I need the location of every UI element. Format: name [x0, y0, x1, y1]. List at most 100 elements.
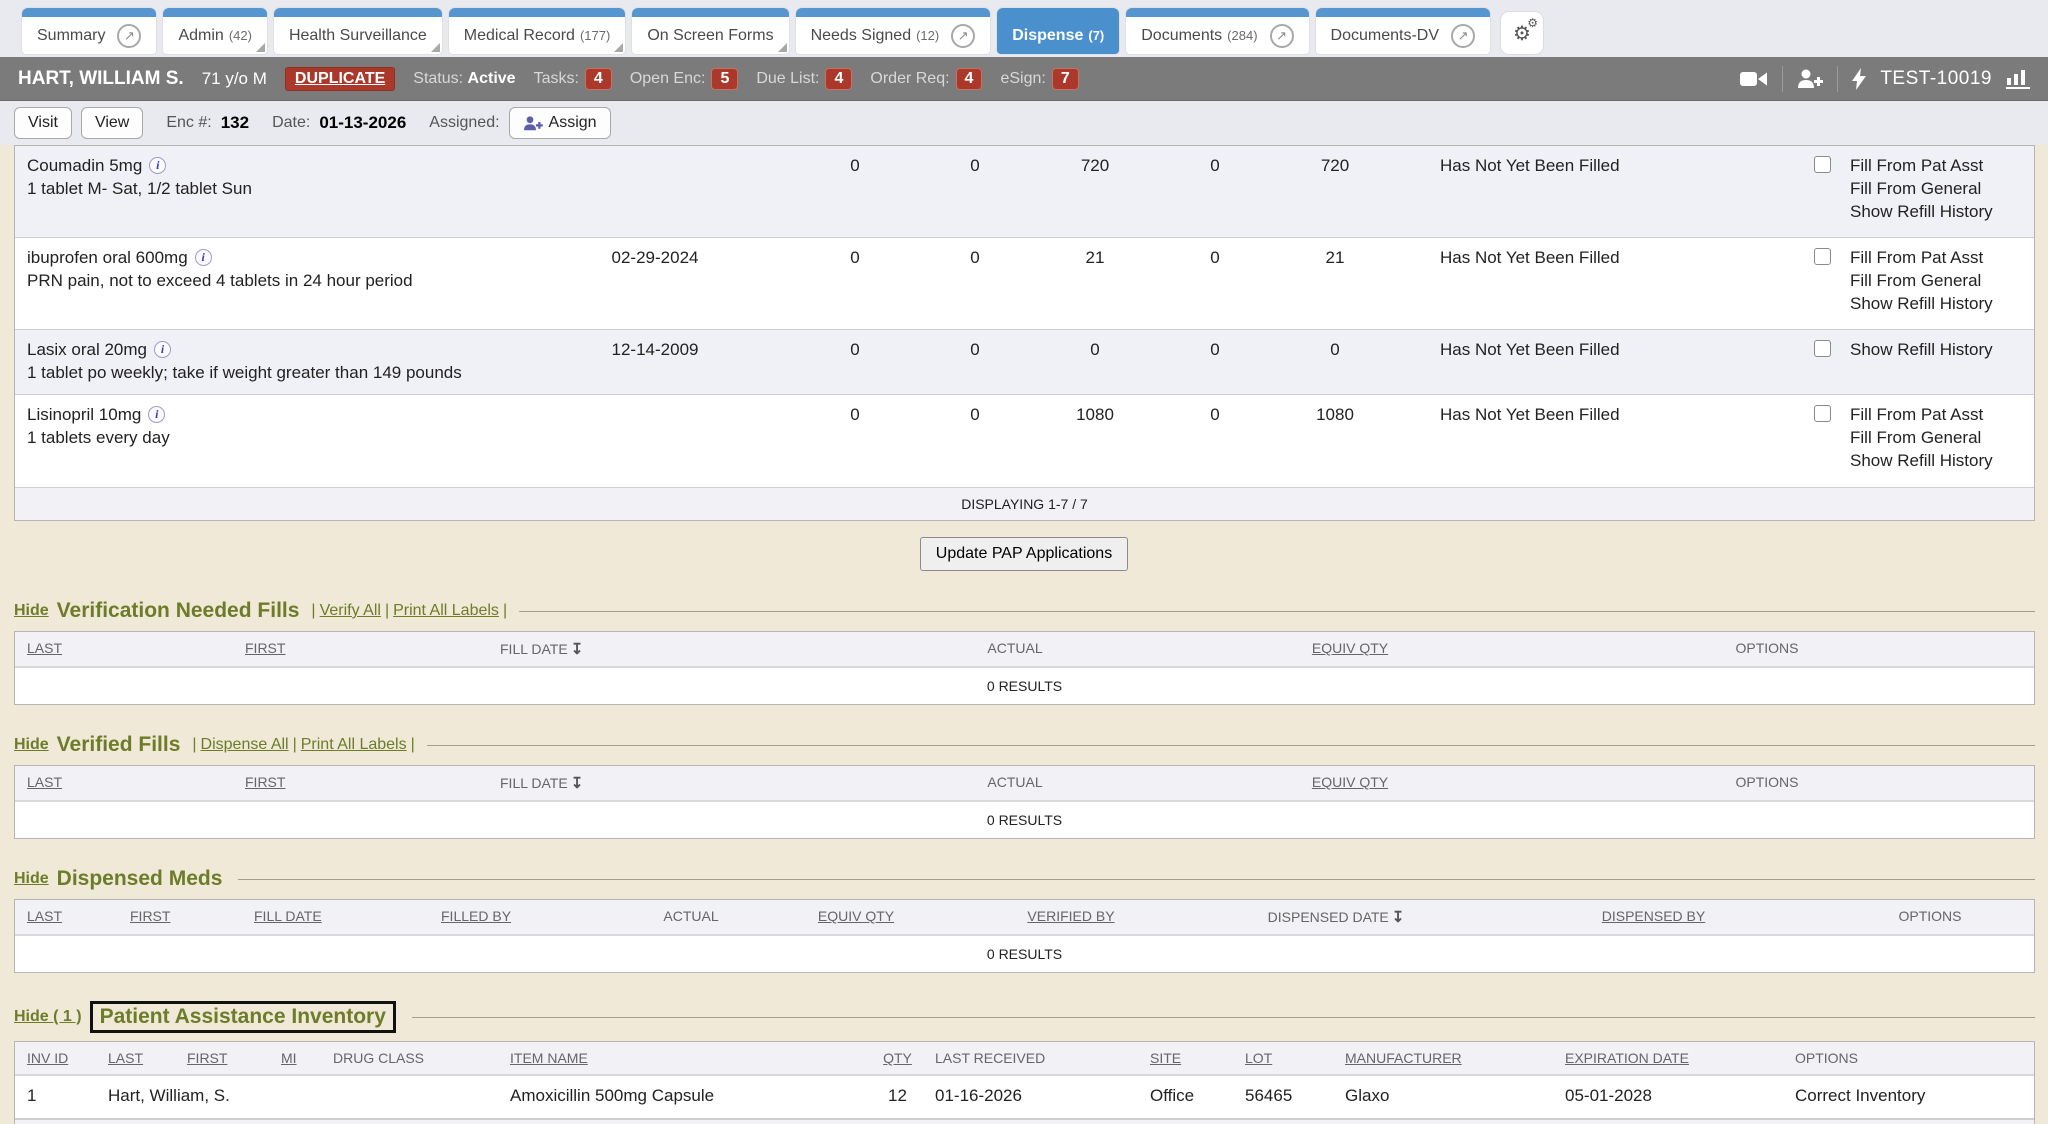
col-fill-date[interactable]: FILL DATE↧: [500, 766, 830, 800]
col-first[interactable]: FIRST: [130, 900, 254, 934]
duplicate-badge[interactable]: DUPLICATE: [285, 67, 395, 91]
order-req-counter[interactable]: Order Req: 4: [870, 68, 982, 90]
option-link[interactable]: Fill From Pat Asst: [1850, 246, 2034, 269]
col-first[interactable]: FIRST: [245, 766, 500, 800]
med-checkbox[interactable]: [1814, 248, 1831, 265]
option-link[interactable]: Fill From General: [1850, 269, 2034, 292]
hide-pai-link[interactable]: Hide ( 1 ): [14, 1008, 82, 1026]
col-dispensed-date[interactable]: DISPENSED DATE↧: [1191, 900, 1481, 934]
col-equiv-qty[interactable]: EQUIV QTY: [1200, 766, 1500, 800]
add-user-icon[interactable]: [1797, 69, 1823, 89]
verify-all-link[interactable]: Verify All: [320, 602, 381, 620]
med-checkbox[interactable]: [1814, 340, 1831, 357]
col-first[interactable]: FIRST: [187, 1042, 281, 1074]
external-link-icon[interactable]: ↗: [1270, 24, 1294, 48]
option-link[interactable]: Fill From Pat Asst: [1850, 403, 2034, 426]
col-filled-by[interactable]: FILLED BY: [441, 900, 621, 934]
col-site[interactable]: SITE: [1150, 1042, 1245, 1074]
dispense-all-link[interactable]: Dispense All: [201, 736, 289, 754]
external-link-icon[interactable]: ↗: [951, 24, 975, 48]
due-list-count-badge[interactable]: 4: [825, 68, 852, 90]
open-enc-count-badge[interactable]: 5: [711, 68, 738, 90]
col-item-name[interactable]: ITEM NAME: [510, 1042, 860, 1074]
settings-button[interactable]: ⚙ ⚙: [1501, 12, 1543, 54]
tab-medical-record[interactable]: Medical Record (177): [449, 8, 626, 54]
col-first[interactable]: FIRST: [245, 632, 500, 666]
qty-cell: 0: [915, 338, 1035, 384]
option-link[interactable]: Show Refill History: [1850, 449, 2034, 472]
col-options: OPTIONS: [1826, 900, 2034, 934]
tasks-count-badge[interactable]: 4: [585, 68, 612, 90]
col-actual: ACTUAL: [830, 766, 1200, 800]
esign-count-badge[interactable]: 7: [1052, 68, 1079, 90]
col-fill-date[interactable]: FILL DATE: [254, 900, 441, 934]
tab-needs-signed[interactable]: Needs Signed (12) ↗: [796, 8, 991, 54]
hide-dispensed-link[interactable]: Hide: [14, 870, 49, 888]
tab-admin[interactable]: Admin (42): [163, 8, 266, 54]
col-options: OPTIONS: [1500, 766, 2034, 800]
section-rule: [519, 611, 2035, 612]
correct-inventory-link[interactable]: Correct Inventory: [1795, 1086, 2034, 1106]
tab-on-screen-forms[interactable]: On Screen Forms: [632, 8, 788, 54]
video-camera-icon[interactable]: [1740, 70, 1768, 88]
med-name[interactable]: Lasix oral 20mg: [27, 340, 147, 359]
med-name[interactable]: Coumadin 5mg: [27, 156, 142, 175]
hide-verification-link[interactable]: Hide: [14, 602, 49, 620]
option-link[interactable]: Show Refill History: [1850, 338, 2034, 361]
col-dispensed-by[interactable]: DISPENSED BY: [1481, 900, 1826, 934]
col-fill-date[interactable]: FILL DATE↧: [500, 632, 830, 666]
med-checkbox[interactable]: [1814, 156, 1831, 173]
col-last[interactable]: LAST: [15, 632, 245, 666]
view-button[interactable]: View: [81, 107, 143, 139]
option-link[interactable]: Show Refill History: [1850, 292, 2034, 315]
visit-button[interactable]: Visit: [14, 107, 72, 139]
option-link[interactable]: Show Refill History: [1850, 200, 2034, 223]
info-icon[interactable]: i: [195, 249, 212, 266]
tab-health-surveillance[interactable]: Health Surveillance: [274, 8, 442, 54]
open-enc-counter[interactable]: Open Enc: 5: [630, 68, 739, 90]
col-qty[interactable]: QTY: [860, 1042, 935, 1074]
qty-cell: 720: [1275, 154, 1395, 227]
col-options: OPTIONS: [1795, 1042, 2034, 1074]
med-checkbox[interactable]: [1814, 405, 1831, 422]
col-verified-by[interactable]: VERIFIED BY: [951, 900, 1191, 934]
option-link[interactable]: Fill From Pat Asst: [1850, 154, 2034, 177]
tab-documents-dv[interactable]: Documents-DV ↗: [1316, 8, 1490, 54]
external-link-icon[interactable]: ↗: [1451, 24, 1475, 48]
option-link[interactable]: Fill From General: [1850, 426, 2034, 449]
order-req-count-badge[interactable]: 4: [956, 68, 983, 90]
info-icon[interactable]: i: [148, 406, 165, 423]
col-last[interactable]: LAST: [15, 900, 130, 934]
col-inv-id[interactable]: INV ID: [15, 1042, 108, 1074]
col-equiv-qty[interactable]: EQUIV QTY: [761, 900, 951, 934]
due-list-counter[interactable]: Due List: 4: [756, 68, 852, 90]
med-name[interactable]: Lisinopril 10mg: [27, 405, 141, 424]
lightning-icon[interactable]: [1852, 68, 1866, 90]
inv-id: 1: [15, 1086, 108, 1106]
info-icon[interactable]: i: [154, 341, 171, 358]
esign-counter[interactable]: eSign: 7: [1000, 68, 1078, 90]
tab-documents[interactable]: Documents (284) ↗: [1126, 8, 1308, 54]
print-all-labels-link[interactable]: Print All Labels: [393, 602, 499, 620]
col-expiration-date[interactable]: EXPIRATION DATE: [1565, 1042, 1795, 1074]
col-equiv-qty[interactable]: EQUIV QTY: [1200, 632, 1500, 666]
tab-summary[interactable]: Summary ↗: [22, 8, 156, 54]
tab-dispense[interactable]: Dispense (7): [997, 8, 1119, 54]
option-link[interactable]: Fill From General: [1850, 177, 2034, 200]
med-name[interactable]: ibuprofen oral 600mg: [27, 248, 188, 267]
assign-button[interactable]: Assign: [509, 107, 611, 139]
col-mi[interactable]: MI: [281, 1042, 333, 1074]
tasks-counter[interactable]: Tasks: 4: [534, 68, 612, 90]
med-options: Fill From Pat Asst Fill From General Sho…: [1850, 246, 2034, 319]
print-all-labels-link[interactable]: Print All Labels: [301, 736, 407, 754]
col-last[interactable]: LAST: [15, 766, 245, 800]
dropdown-fold-icon: [256, 43, 265, 52]
hide-verified-link[interactable]: Hide: [14, 736, 49, 754]
col-manufacturer[interactable]: MANUFACTURER: [1345, 1042, 1565, 1074]
col-last[interactable]: LAST: [108, 1042, 187, 1074]
update-pap-button[interactable]: Update PAP Applications: [920, 537, 1128, 571]
external-link-icon[interactable]: ↗: [117, 24, 141, 48]
col-lot[interactable]: LOT: [1245, 1042, 1345, 1074]
bar-chart-icon[interactable]: [2006, 69, 2030, 89]
info-icon[interactable]: i: [149, 157, 166, 174]
